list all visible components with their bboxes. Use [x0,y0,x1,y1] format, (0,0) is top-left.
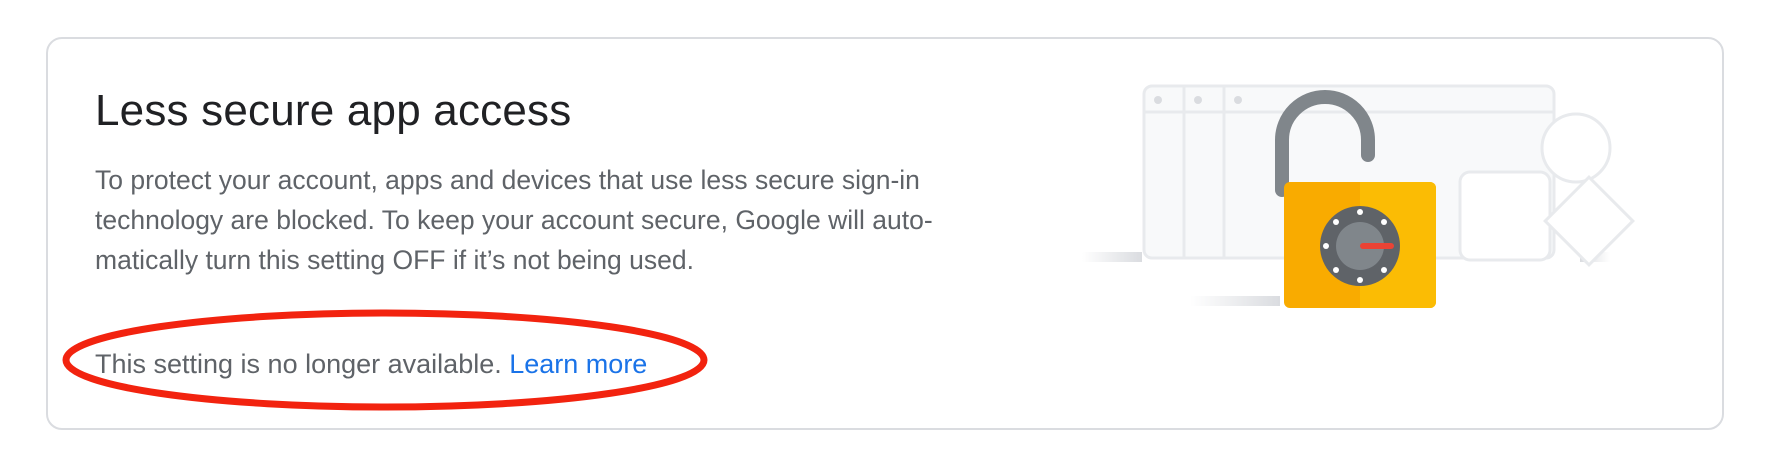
card-description: To protect your account, apps and device… [95,165,933,275]
security-illustration [1082,84,1635,308]
setting-unavailable-text: This setting is no longer available. [95,349,502,379]
learn-more-link[interactable]: Learn more [509,349,647,379]
card-title: Less secure app access [95,86,572,135]
setting-status-line: This setting is no longer available. Lea… [95,344,647,384]
